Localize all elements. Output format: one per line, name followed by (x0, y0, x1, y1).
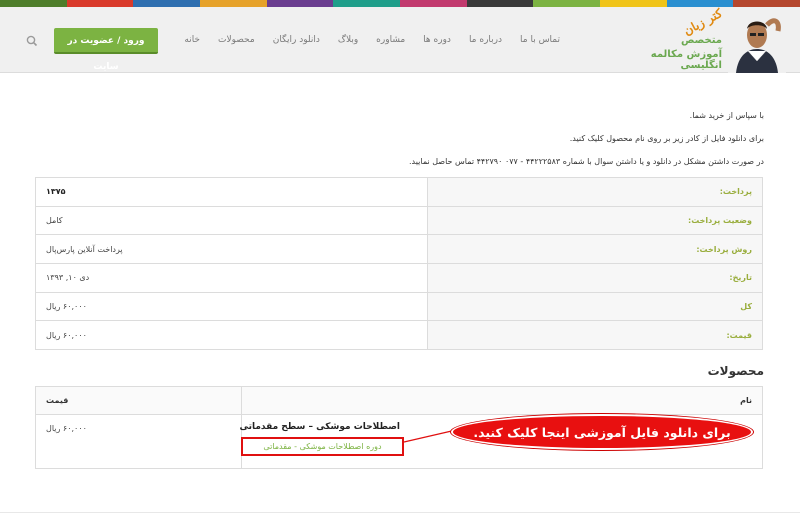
summary-row: کامل وضعیت پرداخت: (35, 205, 763, 236)
login-register-button[interactable]: ورود / عضویت در سایت (54, 28, 158, 72)
download-hint-message: برای دانلود فایل از کادر زیر بر روی نام … (569, 134, 764, 143)
summary-value: ۶۰,۰۰۰ ریال (35, 291, 428, 322)
nav-item-products[interactable]: محصولات (218, 35, 255, 45)
logo-tagline-sub: آموزش مکالمه انگلیسی (650, 49, 722, 71)
product-price: ۶۰,۰۰۰ ریال (46, 424, 87, 433)
strip-segment (533, 0, 601, 7)
summary-row: ۶۰,۰۰۰ ریال کل (35, 291, 763, 322)
summary-label: پرداخت: (427, 177, 763, 207)
strip-segment (266, 0, 334, 7)
product-price-cell (35, 414, 242, 469)
summary-value: ۱۳۷۵ (35, 177, 428, 207)
strip-segment (333, 0, 401, 7)
strip-segment (0, 0, 67, 7)
summary-value: پرداخت آنلاین پارس‌پال (35, 234, 428, 265)
instructor-photo (728, 11, 786, 73)
product-name: اصطلاحات موشکی – سطح مقدماتی (239, 422, 400, 432)
products-title: محصولات (707, 364, 764, 378)
product-download-link[interactable]: دوره اصطلاحات موشکی - مقدماتی (241, 437, 404, 456)
summary-value: کامل (35, 205, 428, 236)
strip-segment (666, 0, 734, 7)
nav-item-courses[interactable]: دوره ها (423, 35, 451, 45)
search-icon[interactable] (25, 34, 39, 48)
summary-value: دی ۱۰, ۱۳۹۳ (35, 263, 428, 293)
site-header: کتر زبان متخصص آموزش مکالمه انگلیسی خانه… (0, 6, 800, 73)
nav-item-about[interactable]: درباره ما (469, 35, 502, 45)
nav-item-home[interactable]: خانه (184, 35, 200, 45)
summary-row: ۱۳۷۵ پرداخت: (35, 177, 763, 207)
summary-label: روش پرداخت: (427, 234, 763, 265)
header-price: قیمت (35, 386, 242, 415)
site-logo[interactable]: کتر زبان متخصص آموزش مکالمه انگلیسی (634, 6, 794, 73)
strip-segment (66, 0, 134, 7)
summary-label: کل (427, 291, 763, 322)
header-name: نام (241, 386, 763, 415)
summary-label: تاریخ: (427, 263, 763, 293)
nav-item-blog[interactable]: وبلاگ (338, 35, 358, 45)
summary-row: دی ۱۰, ۱۳۹۳ تاریخ: (35, 263, 763, 293)
summary-label: وضعیت پرداخت: (427, 205, 763, 236)
support-message: در صورت داشتن مشکل در دانلود و یا داشتن … (409, 157, 764, 166)
top-color-strip (0, 0, 800, 7)
summary-value: ۶۰,۰۰۰ ریال (35, 320, 428, 351)
strip-segment (600, 0, 667, 7)
strip-segment (133, 0, 201, 7)
logo-text: کتر زبان (681, 6, 725, 38)
order-summary-table: ۱۳۷۵ پرداخت: کامل وضعیت پرداخت: پرداخت آنلای… (35, 177, 763, 351)
products-header-row: قیمت نام (35, 386, 763, 415)
summary-row: ۶۰,۰۰۰ ریال قیمت: (35, 320, 763, 351)
thanks-message: با سپاس از خرید شما. (689, 111, 764, 120)
nav-item-free-download[interactable]: دانلود رایگان (273, 35, 320, 45)
main-nav: خانه محصولات دانلود رایگان وبلاگ مشاوره … (184, 35, 560, 45)
strip-segment (400, 0, 467, 7)
summary-label: قیمت: (427, 320, 763, 351)
nav-item-consulting[interactable]: مشاوره (376, 35, 405, 45)
download-callout: برای دانلود فایل آموزشی اینجا کلیک کنید. (451, 414, 753, 450)
strip-segment (466, 0, 534, 7)
strip-segment (200, 0, 267, 7)
nav-item-contact[interactable]: تماس با ما (520, 35, 560, 45)
strip-segment (733, 0, 800, 7)
summary-row: پرداخت آنلاین پارس‌پال روش پرداخت: (35, 234, 763, 265)
logo-tagline: متخصص (681, 35, 722, 46)
footer-divider (0, 512, 800, 513)
